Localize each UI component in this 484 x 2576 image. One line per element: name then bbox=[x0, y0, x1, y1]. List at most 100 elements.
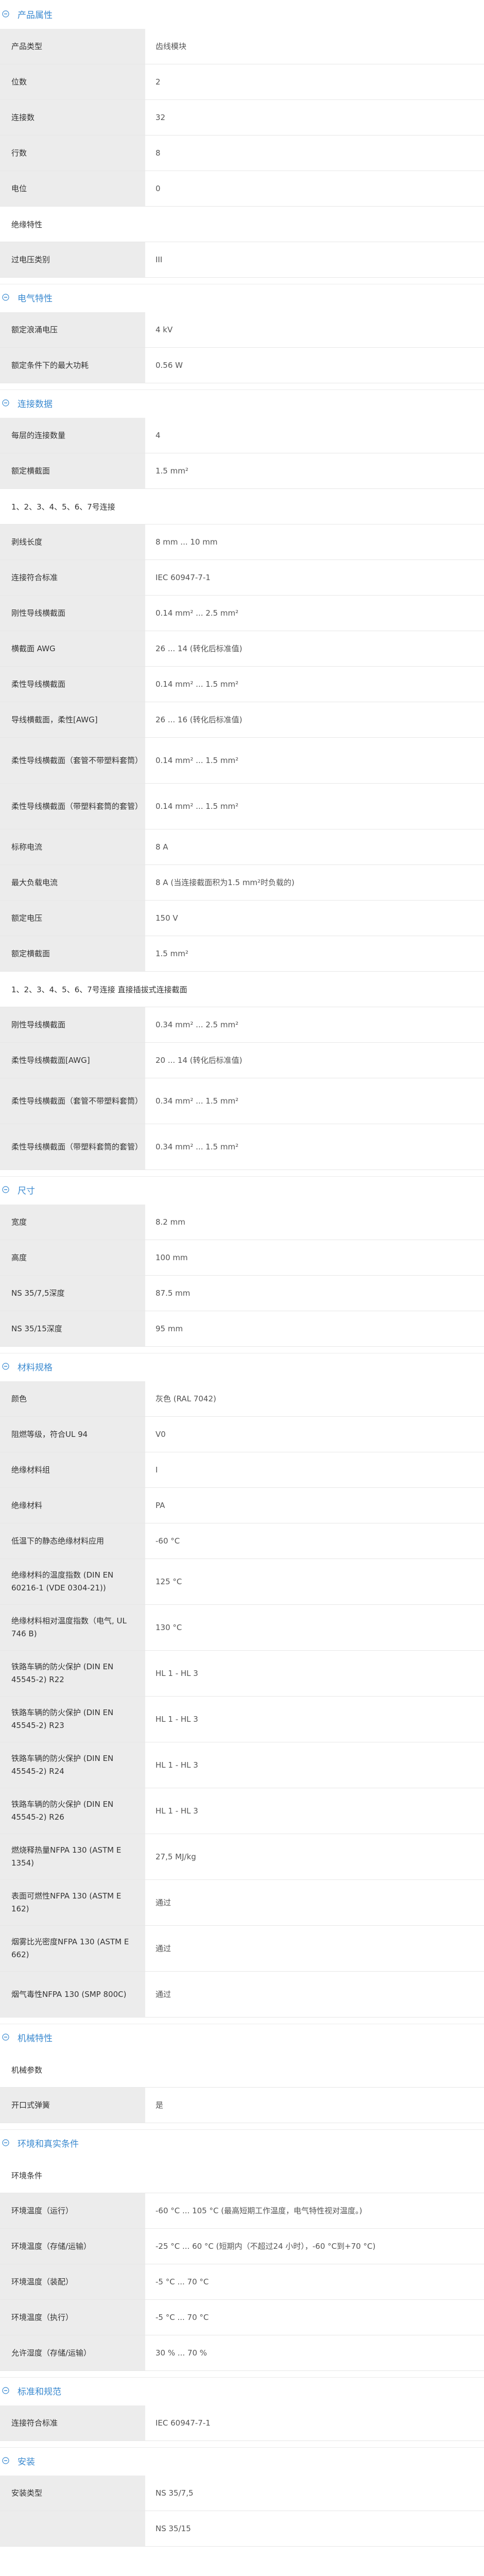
spec-label: 铁路车辆的防火保护 (DIN EN 45545-2) R26 bbox=[0, 1788, 145, 1834]
spec-label: 阻燃等级，符合UL 94 bbox=[0, 1417, 145, 1452]
spec-label bbox=[0, 2511, 145, 2546]
section-header[interactable]: 标准和规范 bbox=[0, 2377, 484, 2403]
subsection-title: 环境条件 bbox=[0, 2158, 484, 2193]
spec-row: 绝缘材料的温度指数 (DIN EN 60216-1 (VDE 0304-21))… bbox=[0, 1559, 484, 1605]
spec-row: 柔性导线横截面（带塑料套筒的套管） 0.34 mm² ... 1.5 mm² bbox=[0, 1124, 484, 1170]
minus-circle-icon[interactable] bbox=[2, 2033, 9, 2041]
spec-row: 允许湿度（存储/运输） 30 % ... 70 % bbox=[0, 2335, 484, 2371]
spec-row: NS 35/15 bbox=[0, 2511, 484, 2547]
spec-label: 铁路车辆的防火保护 (DIN EN 45545-2) R23 bbox=[0, 1697, 145, 1742]
spec-value: 0.34 mm² ... 2.5 mm² bbox=[155, 1020, 239, 1029]
minus-circle-icon[interactable] bbox=[2, 1186, 9, 1193]
spec-row: 颜色 灰色 (RAL 7042) bbox=[0, 1381, 484, 1417]
section-title: 电气特性 bbox=[18, 293, 53, 304]
spec-row: 燃烧释热量NFPA 130 (ASTM E 1354) 27,5 MJ/kg bbox=[0, 1834, 484, 1880]
minus-circle-icon[interactable] bbox=[2, 2139, 9, 2146]
spec-row: 阻燃等级，符合UL 94 V0 bbox=[0, 1417, 484, 1452]
spec-value: V0 bbox=[155, 1429, 166, 1439]
spec-row: 导线横截面，柔性[AWG] 26 ... 16 (转化后标准值) bbox=[0, 702, 484, 738]
spec-label: 绝缘材料的温度指数 (DIN EN 60216-1 (VDE 0304-21)) bbox=[0, 1559, 145, 1604]
spec-value: III bbox=[155, 255, 163, 264]
section-title: 连接数据 bbox=[18, 399, 53, 410]
spec-row: 每层的连接数量 4 bbox=[0, 418, 484, 453]
spec-row: 铁路车辆的防火保护 (DIN EN 45545-2) R26 HL 1 - HL … bbox=[0, 1788, 484, 1834]
section-title: 环境和真实条件 bbox=[18, 2139, 79, 2149]
section-header[interactable]: 环境和真实条件 bbox=[0, 2129, 484, 2156]
spec-label: 柔性导线横截面（带塑料套筒的套管） bbox=[0, 784, 145, 829]
spec-label: 额定横截面 bbox=[0, 936, 145, 971]
spec-value: 0.34 mm² ... 1.5 mm² bbox=[155, 1096, 239, 1106]
minus-circle-icon[interactable] bbox=[2, 2457, 9, 2464]
spec-value: 95 mm bbox=[155, 1324, 183, 1333]
spec-label: 低温下的静态绝缘材料应用 bbox=[0, 1523, 145, 1558]
spec-row: 连接符合标准 IEC 60947-7-1 bbox=[0, 2405, 484, 2441]
section-title: 产品属性 bbox=[18, 10, 53, 21]
spec-label: NS 35/15深度 bbox=[0, 1311, 145, 1346]
spec-row: 过电压类别 III bbox=[0, 242, 484, 278]
section-header[interactable]: 材料规格 bbox=[0, 1353, 484, 1379]
spec-label: 柔性导线横截面（套管不带塑料套筒） bbox=[0, 1078, 145, 1124]
section-header[interactable]: 连接数据 bbox=[0, 389, 484, 416]
spec-value: I bbox=[155, 1465, 158, 1475]
spec-label: 高度 bbox=[0, 1240, 145, 1275]
spec-value: HL 1 - HL 3 bbox=[155, 1760, 198, 1770]
spec-row: 刚性导线横截面 0.14 mm² ... 2.5 mm² bbox=[0, 596, 484, 631]
spec-row: 柔性导线横截面 0.14 mm² ... 1.5 mm² bbox=[0, 667, 484, 702]
spec-value: 通过 bbox=[155, 1943, 171, 1953]
spec-value: 0.34 mm² ... 1.5 mm² bbox=[155, 1142, 239, 1151]
spec-value: 通过 bbox=[155, 1897, 171, 1907]
spec-row: 连接数 32 bbox=[0, 100, 484, 135]
spec-value: 通过 bbox=[155, 1989, 171, 1999]
spec-label: 宽度 bbox=[0, 1205, 145, 1240]
spec-value: -25 °C ... 60 °C (短期内（不超过24 小时），-60 °C到+… bbox=[155, 2241, 376, 2251]
spec-value: HL 1 - HL 3 bbox=[155, 1668, 198, 1678]
minus-circle-icon[interactable] bbox=[2, 1363, 9, 1370]
spec-row: 绝缘材料相对温度指数（电气, UL 746 B) 130 °C bbox=[0, 1605, 484, 1651]
spec-label: 剥线长度 bbox=[0, 524, 145, 560]
section-header[interactable]: 尺寸 bbox=[0, 1176, 484, 1202]
spec-label: 绝缘材料相对温度指数（电气, UL 746 B) bbox=[0, 1605, 145, 1650]
spec-label: 导线横截面，柔性[AWG] bbox=[0, 702, 145, 737]
section-title: 安装 bbox=[18, 2456, 35, 2467]
spec-row: 绝缘材料组 I bbox=[0, 1452, 484, 1488]
minus-circle-icon[interactable] bbox=[2, 399, 9, 406]
spec-row: 开口式弹簧是 bbox=[0, 2088, 484, 2123]
spec-row: 表面可燃性NFPA 130 (ASTM E 162) 通过 bbox=[0, 1880, 484, 1926]
spec-label: 表面可燃性NFPA 130 (ASTM E 162) bbox=[0, 1880, 145, 1925]
spec-value: 8 mm ... 10 mm bbox=[155, 537, 218, 547]
spec-row: 烟气毒性NFPA 130 (SMP 800C) 通过 bbox=[0, 1972, 484, 2018]
spec-label: 烟气毒性NFPA 130 (SMP 800C) bbox=[0, 1972, 145, 2017]
minus-circle-icon[interactable] bbox=[2, 294, 9, 301]
spec-label: 行数 bbox=[0, 135, 145, 171]
spec-row: 安装类型 NS 35/7,5 bbox=[0, 2476, 484, 2511]
spec-row: 环境温度（存储/运输） -25 °C ... 60 °C (短期内（不超过24 小… bbox=[0, 2229, 484, 2264]
subsection-title: 机械参数 bbox=[0, 2052, 484, 2088]
spec-label: 横截面 AWG bbox=[0, 631, 145, 666]
spec-label: 环境温度（运行） bbox=[0, 2193, 145, 2228]
spec-value: -60 °C ... 105 °C (最高短期工作温度，电气特性视对温度。) bbox=[155, 2206, 362, 2215]
spec-label: 柔性导线横截面[AWG] bbox=[0, 1043, 145, 1078]
spec-value: 0.14 mm² ... 1.5 mm² bbox=[155, 755, 239, 765]
spec-value: 150 V bbox=[155, 913, 178, 923]
minus-circle-icon[interactable] bbox=[2, 2387, 9, 2394]
spec-value: 是 bbox=[155, 2100, 164, 2110]
spec-value: 100 mm bbox=[155, 1252, 188, 1262]
spec-label: 颜色 bbox=[0, 1381, 145, 1416]
section-header[interactable]: 安装 bbox=[0, 2447, 484, 2473]
spec-value: 8.2 mm bbox=[155, 1217, 185, 1227]
spec-row: 额定电压 150 V bbox=[0, 901, 484, 936]
section-header[interactable]: 电气特性 bbox=[0, 284, 484, 310]
spec-label: 柔性导线横截面（套管不带塑料套筒） bbox=[0, 738, 145, 783]
spec-page: 产品属性 产品类型 齿线模块 位数 2 连接数 32 行数 8 电位 0 绝缘特性 过电压类别 III 电气… bbox=[0, 0, 484, 2547]
section-header[interactable]: 机械特性 bbox=[0, 2024, 484, 2050]
spec-row: 铁路车辆的防火保护 (DIN EN 45545-2) R23 HL 1 - HL … bbox=[0, 1697, 484, 1742]
section-title: 机械特性 bbox=[18, 2033, 53, 2044]
spec-row: 烟雾比光密度NFPA 130 (ASTM E 662) 通过 bbox=[0, 1926, 484, 1972]
minus-circle-icon[interactable] bbox=[2, 10, 9, 18]
spec-row: 额定横截面 1.5 mm² bbox=[0, 936, 484, 972]
spec-value: NS 35/7,5 bbox=[155, 2488, 194, 2498]
spec-label: 产品类型 bbox=[0, 29, 145, 64]
section-header[interactable]: 产品属性 bbox=[0, 1, 484, 27]
spec-row: 低温下的静态绝缘材料应用 -60 °C bbox=[0, 1523, 484, 1559]
spec-row: 产品类型 齿线模块 bbox=[0, 29, 484, 64]
